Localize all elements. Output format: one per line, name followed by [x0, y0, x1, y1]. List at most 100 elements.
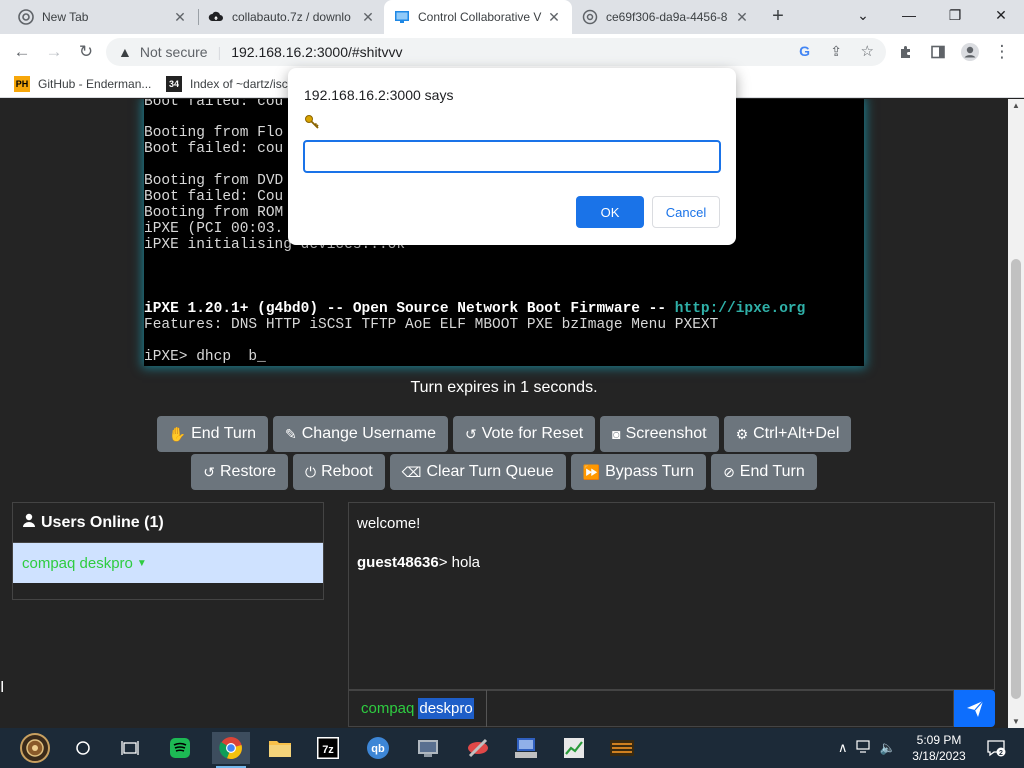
tab-title: collabauto.7z / downlo	[232, 10, 351, 24]
tab-search-icon[interactable]: ⌄	[840, 0, 886, 30]
7zip-app-icon[interactable]: 7z	[312, 732, 344, 764]
users-online-header: Users Online (1)	[13, 503, 323, 543]
console-line: Boot failed: cou	[144, 99, 284, 110]
gear-icon: ⚙	[735, 425, 749, 442]
qbittorrent-app-icon[interactable]: qb	[362, 732, 394, 764]
scroll-down-icon[interactable]: ▼	[1012, 717, 1020, 726]
button-label: Screenshot	[625, 425, 707, 442]
app-4-icon[interactable]	[558, 732, 590, 764]
end-turn-button[interactable]: ✋ End Turn	[156, 416, 268, 452]
tab-new-tab[interactable]: New Tab ✕	[8, 0, 198, 34]
tab-control-collaborative[interactable]: Control Collaborative V ✕	[384, 0, 572, 34]
screenshot-button[interactable]: ◙ Screenshot	[600, 416, 719, 452]
bookmark-index[interactable]: 34 Index of ~dartz/isc	[166, 76, 288, 92]
profile-avatar-icon[interactable]	[958, 40, 982, 64]
chrome-icon	[18, 9, 34, 25]
tray-chevron-icon[interactable]: ∧	[838, 740, 848, 756]
app-3-icon[interactable]	[510, 732, 542, 764]
minimize-button[interactable]: —	[886, 0, 932, 30]
tab-guid[interactable]: ce69f306-da9a-4456-8 ✕	[572, 0, 760, 34]
monitor-icon	[394, 9, 410, 25]
button-label: End Turn	[739, 463, 805, 480]
tab-strip: New Tab ✕ collabauto.7z / downlo ✕ Contr…	[0, 0, 1024, 34]
forward-icon[interactable]: →	[42, 40, 66, 64]
notification-icon[interactable]: 2	[980, 732, 1012, 764]
turn-status: Turn expires in 1 seconds.	[410, 379, 598, 396]
start-button[interactable]	[16, 732, 54, 764]
vote-reset-button[interactable]: ↺ Vote for Reset	[453, 416, 596, 452]
tab-collabauto[interactable]: collabauto.7z / downlo ✕	[198, 0, 386, 34]
file-explorer-app-icon[interactable]	[264, 732, 296, 764]
restore-vm-button[interactable]: ↺ Restore	[191, 454, 289, 490]
side-panel-icon[interactable]	[926, 40, 950, 64]
svg-text:2: 2	[999, 750, 1003, 757]
scrollbar-thumb[interactable]	[1011, 259, 1021, 699]
chat-message: guest48636> hola	[357, 554, 986, 571]
ok-button[interactable]: OK	[576, 196, 644, 228]
caret-down-icon[interactable]: ▼	[137, 558, 147, 569]
power-icon: ⏻	[305, 463, 317, 480]
app-1-icon[interactable]	[412, 732, 444, 764]
windows-taskbar: 7z qb ∧ 🔈 5:09 PM 3/18/2023 2	[0, 728, 1024, 768]
bookmark-star-icon[interactable]: ☆	[861, 42, 874, 60]
google-lens-icon[interactable]: G	[799, 43, 810, 59]
address-bar[interactable]: ▲ Not secure | 192.168.16.2:3000/#shitvv…	[106, 38, 886, 66]
bookmark-github[interactable]: PH GitHub - Enderman...	[14, 76, 151, 92]
menu-kebab-icon[interactable]: ⋮	[990, 40, 1014, 64]
extensions-icon[interactable]	[894, 40, 918, 64]
paper-plane-icon	[966, 700, 983, 717]
dialog-origin: 192.168.16.2:3000 says	[304, 87, 454, 103]
send-button[interactable]	[954, 690, 995, 727]
message-text: > hola	[438, 554, 481, 571]
chat-log: welcome! guest48636> hola	[348, 502, 995, 690]
back-icon[interactable]: ←	[10, 40, 34, 64]
button-label: Vote for Reset	[481, 425, 584, 442]
close-tab-icon[interactable]: ✕	[360, 9, 376, 26]
clear-turn-queue-button[interactable]: ⌫ Clear Turn Queue	[389, 454, 566, 490]
cloud-upload-icon	[208, 9, 224, 25]
search-icon[interactable]	[67, 732, 99, 764]
close-tab-icon[interactable]: ✕	[734, 9, 750, 26]
spotify-app-icon[interactable]	[164, 732, 196, 764]
username: compaq deskpro	[22, 554, 133, 572]
tab-title: Control Collaborative V	[418, 10, 542, 24]
action-buttons-row-1: ✋ End Turn ✎ Change Username ↺ Vote for Res…	[0, 416, 1008, 452]
fast-forward-icon: ⏩	[582, 463, 601, 480]
system-tray: ∧ 🔈	[838, 728, 896, 768]
console-line: Boot failed: cou	[144, 141, 284, 157]
new-tab-button[interactable]: +	[766, 4, 790, 28]
taskbar-clock[interactable]: 5:09 PM 3/18/2023	[906, 732, 972, 764]
share-icon[interactable]: ⇪	[830, 43, 842, 60]
change-username-button[interactable]: ✎ Change Username	[273, 416, 449, 452]
network-icon[interactable]	[855, 739, 872, 757]
reload-icon[interactable]: ↻	[74, 40, 98, 64]
message-text: welcome!	[357, 515, 421, 532]
app-2-icon[interactable]	[462, 732, 494, 764]
warning-icon[interactable]: ▲	[118, 44, 132, 60]
user-list-item[interactable]: compaq deskpro ▼	[13, 543, 323, 583]
button-label: Change Username	[301, 425, 437, 442]
cancel-button[interactable]: Cancel	[652, 196, 720, 228]
page-scrollbar[interactable]: ▲ ▼	[1008, 99, 1024, 728]
console-prompt: iPXE> dhcp b_	[144, 349, 266, 365]
address-separator: |	[217, 44, 222, 60]
volume-icon[interactable]: 🔈	[880, 740, 896, 756]
restore-button[interactable]: ❐	[932, 0, 978, 30]
close-tab-icon[interactable]: ✕	[546, 9, 562, 26]
security-label[interactable]: Not secure	[140, 44, 208, 60]
end-turn-admin-button[interactable]: ⊘ End Turn	[711, 454, 817, 490]
url-text[interactable]: 192.168.16.2:3000/#shitvvv	[231, 44, 402, 60]
chat-input[interactable]	[487, 690, 953, 727]
bypass-turn-button[interactable]: ⏩ Bypass Turn	[570, 454, 707, 490]
task-view-icon[interactable]	[114, 732, 146, 764]
tab-title: New Tab	[42, 10, 89, 24]
scroll-up-icon[interactable]: ▲	[1012, 101, 1020, 110]
chrome-app-icon[interactable]	[212, 732, 250, 768]
reboot-button[interactable]: ⏻ Reboot	[293, 454, 385, 490]
close-window-button[interactable]: ✕	[978, 0, 1024, 30]
ctrl-alt-del-button[interactable]: ⚙ Ctrl+Alt+Del	[723, 416, 852, 452]
dialog-prompt-input[interactable]	[303, 140, 721, 173]
close-tab-icon[interactable]: ✕	[172, 9, 188, 26]
app-5-icon[interactable]	[606, 732, 638, 764]
bookmark-label: GitHub - Enderman...	[38, 77, 152, 91]
